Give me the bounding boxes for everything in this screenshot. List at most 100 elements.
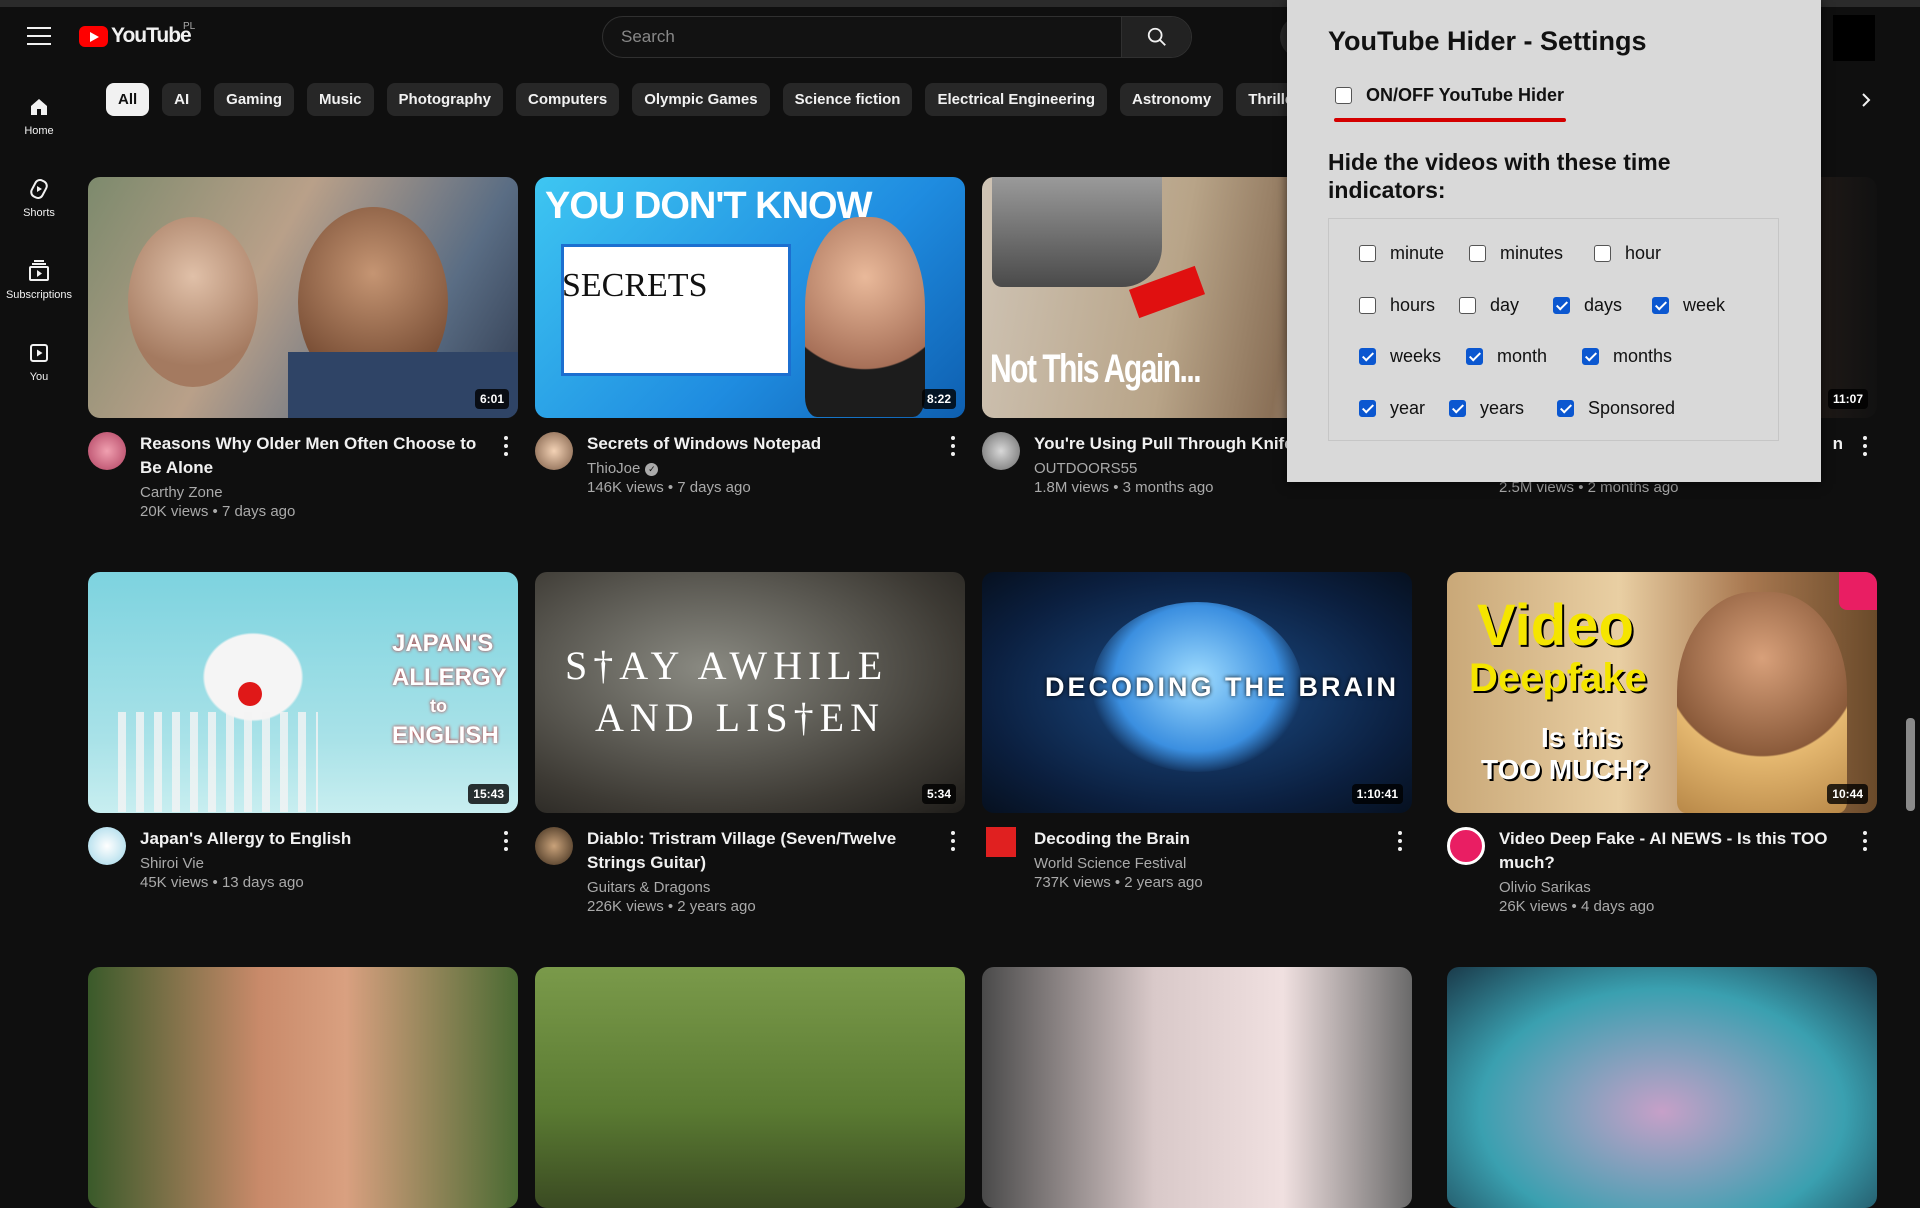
chip-computers[interactable]: Computers (516, 83, 620, 116)
youtube-logo[interactable]: YouTube (79, 24, 192, 48)
chip-ai[interactable]: AI (162, 83, 202, 116)
video-title[interactable]: You're Using Pull Through Knife Wrong - … (1034, 432, 1314, 456)
option-label: minute (1390, 243, 1445, 263)
option-checkbox[interactable] (1449, 400, 1466, 417)
search-button[interactable] (1121, 17, 1191, 57)
option-checkbox[interactable] (1652, 297, 1669, 314)
panel-title: YouTube Hider - Settings (1328, 26, 1647, 56)
channel-name[interactable]: World Science Festival (1034, 855, 1378, 872)
logo-text: YouTube (111, 24, 192, 47)
onoff-checkbox[interactable] (1335, 87, 1352, 104)
channel-name[interactable]: Carthy Zone (140, 484, 484, 501)
chips-next-button[interactable] (1850, 84, 1882, 116)
option-year[interactable]: year (1359, 398, 1425, 419)
option-hour[interactable]: hour (1594, 243, 1661, 264)
option-months[interactable]: months (1582, 346, 1672, 367)
video-thumbnail[interactable]: Video Deepfake Is this TOO MUCH? 10:44 (1447, 572, 1877, 813)
option-years[interactable]: years (1449, 398, 1524, 419)
chip-astronomy[interactable]: Astronomy (1120, 83, 1224, 116)
youtube-play-icon (79, 25, 108, 47)
option-week[interactable]: week (1652, 295, 1725, 316)
channel-avatar[interactable] (986, 827, 1016, 857)
chip-gaming[interactable]: Gaming (214, 83, 295, 116)
video-title[interactable]: Video Deep Fake - AI NEWS - Is this TOO … (1499, 827, 1843, 875)
more-options-icon[interactable] (1855, 434, 1875, 458)
search-input[interactable] (603, 17, 1121, 57)
video-thumbnail[interactable]: 6:01 (88, 177, 518, 418)
option-checkbox[interactable] (1557, 400, 1574, 417)
sidebar-item-shorts[interactable]: Shorts (0, 157, 78, 239)
page-scrollbar[interactable] (1906, 718, 1915, 811)
account-avatar[interactable] (1833, 15, 1875, 61)
more-options-icon[interactable] (496, 434, 516, 458)
option-checkbox[interactable] (1582, 348, 1599, 365)
video-thumbnail[interactable]: YOU DON'T KNOW SECRETS 8:22 (535, 177, 965, 418)
channel-avatar[interactable] (535, 827, 573, 865)
video-title[interactable]: Reasons Why Older Men Often Choose to Be… (140, 432, 484, 480)
option-minutes[interactable]: minutes (1469, 243, 1563, 264)
video-thumbnail[interactable]: S†AY AWHILE AND LIS†EN 5:34 (535, 572, 965, 813)
more-options-icon[interactable] (943, 829, 963, 853)
option-checkbox[interactable] (1359, 297, 1376, 314)
option-day[interactable]: day (1459, 295, 1519, 316)
option-month[interactable]: month (1466, 346, 1547, 367)
chip-photography[interactable]: Photography (386, 83, 504, 116)
channel-avatar[interactable] (982, 432, 1020, 470)
chip-all[interactable]: All (106, 83, 150, 116)
option-weeks[interactable]: weeks (1359, 346, 1441, 367)
video-stats: 226K views • 2 years ago (587, 898, 756, 915)
video-duration: 6:01 (474, 389, 509, 409)
video-thumbnail[interactable] (982, 967, 1412, 1208)
channel-avatar[interactable] (88, 827, 126, 865)
channel-name[interactable]: Guitars & Dragons (587, 879, 931, 896)
video-thumbnail[interactable]: DECODING THE BRAIN 1:10:41 (982, 572, 1412, 813)
chip-science-fiction[interactable]: Science fiction (782, 83, 913, 116)
option-checkbox[interactable] (1466, 348, 1483, 365)
channel-avatar[interactable] (88, 432, 126, 470)
onoff-toggle[interactable]: ON/OFF YouTube Hider (1335, 85, 1564, 106)
option-checkbox[interactable] (1359, 400, 1376, 417)
more-options-icon[interactable] (1855, 829, 1875, 853)
option-hours[interactable]: hours (1359, 295, 1435, 316)
verified-icon: ✓ (645, 462, 659, 476)
chip-music[interactable]: Music (307, 83, 374, 116)
chip-electrical-engineering[interactable]: Electrical Engineering (925, 83, 1108, 116)
more-options-icon[interactable] (943, 434, 963, 458)
channel-name[interactable]: Shiroi Vie (140, 855, 484, 872)
sidebar-item-subscriptions[interactable]: Subscriptions (0, 239, 78, 321)
video-thumbnail[interactable]: JAPAN'S ALLERGY to ENGLISH 15:43 (88, 572, 518, 813)
chip-olympic-games[interactable]: Olympic Games (632, 83, 770, 116)
option-checkbox[interactable] (1459, 297, 1476, 314)
more-options-icon[interactable] (496, 829, 516, 853)
channel-name[interactable]: Olivio Sarikas (1499, 879, 1843, 896)
video-title[interactable]: Decoding the Brain (1034, 827, 1378, 851)
channel-avatar[interactable] (535, 432, 573, 470)
option-minute[interactable]: minute (1359, 243, 1444, 264)
option-label: minutes (1500, 243, 1564, 263)
video-title[interactable]: Diablo: Tristram Village (Seven/Twelve S… (587, 827, 931, 875)
menu-icon[interactable] (27, 27, 51, 45)
option-checkbox[interactable] (1553, 297, 1570, 314)
video-card: JAPAN'S ALLERGY to ENGLISH 15:43 Japan's… (88, 572, 518, 891)
video-card: 6:01 Reasons Why Older Men Often Choose … (88, 177, 518, 520)
thumbnail-text: YOU DON'T KNOW (545, 185, 872, 227)
video-thumbnail[interactable] (535, 967, 965, 1208)
video-thumbnail[interactable] (88, 967, 518, 1208)
video-title[interactable]: Secrets of Windows Notepad (587, 432, 931, 456)
sidebar-item-home[interactable]: Home (0, 75, 78, 157)
option-sponsored[interactable]: Sponsored (1557, 398, 1675, 419)
option-days[interactable]: days (1553, 295, 1622, 316)
option-label: week (1683, 295, 1726, 315)
more-options-icon[interactable] (1390, 829, 1410, 853)
video-title[interactable]: Japan's Allergy to English (140, 827, 484, 851)
channel-avatar[interactable] (1447, 827, 1485, 865)
option-checkbox[interactable] (1359, 348, 1376, 365)
option-checkbox[interactable] (1359, 245, 1376, 262)
sidebar-item-you[interactable]: You (0, 321, 78, 403)
video-stats: 20K views • 7 days ago (140, 503, 296, 520)
option-checkbox[interactable] (1594, 245, 1611, 262)
video-stats: 146K views • 7 days ago (587, 479, 751, 496)
option-checkbox[interactable] (1469, 245, 1486, 262)
video-thumbnail[interactable] (1447, 967, 1877, 1208)
channel-name[interactable]: ThioJoe ✓ (587, 460, 931, 477)
